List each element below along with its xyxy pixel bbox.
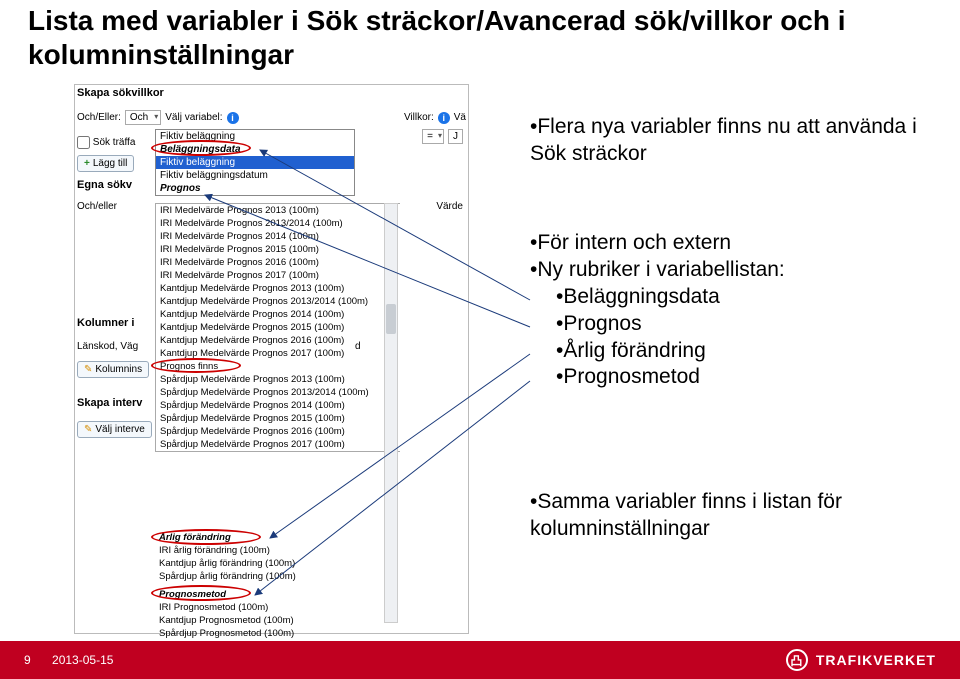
bullet-sub-item: •Prognosmetod <box>530 364 930 391</box>
list-item[interactable]: Kantdjup Medelvärde Prognos 2015 (100m) <box>156 321 400 334</box>
brand-logo-icon: 凸 <box>786 649 808 671</box>
och-eller-label: Och/Eller: <box>77 112 121 123</box>
arlig-header: Årlig förändring <box>155 531 355 544</box>
info-icon: i <box>438 112 450 124</box>
kolumner-label: Kolumner i <box>77 317 134 329</box>
och-eller-select[interactable]: Och <box>125 110 161 125</box>
list-item[interactable]: IRI Prognosmetod (100m) <box>155 601 355 614</box>
checkbox[interactable] <box>77 136 90 149</box>
villkor-label: Villkor: <box>404 112 434 123</box>
bullet-group-3: •Samma variabler finns i listan för kolu… <box>530 489 930 543</box>
list-item[interactable]: IRI Medelvärde Prognos 2015 (100m) <box>156 243 400 256</box>
value-input[interactable]: J <box>448 129 463 144</box>
info-icon: i <box>227 112 239 124</box>
skapa-interv-label: Skapa interv <box>77 397 142 409</box>
bullet-sub-item: •Prognos <box>530 311 930 338</box>
scrollbar-thumb[interactable] <box>386 304 396 334</box>
list-item[interactable]: Spårdjup Prognosmetod (100m) <box>155 627 355 640</box>
egna-sokv-label: Egna sökv <box>77 179 132 191</box>
valj-variabel-label: Välj variabel: <box>165 112 222 123</box>
va-label: Vä <box>454 112 466 123</box>
prognosmetod-block: Prognosmetod IRI Prognosmetod (100m) Kan… <box>155 588 355 640</box>
dropdown-item[interactable]: Fiktiv beläggning <box>156 130 354 143</box>
list-item[interactable]: Spårdjup Medelvärde Prognos 2016 (100m) <box>156 425 400 438</box>
sok-traffar-label: Sök träffa <box>93 137 136 148</box>
list-item[interactable]: Kantdjup Medelvärde Prognos 2013 (100m) <box>156 282 400 295</box>
footer-date: 2013-05-15 <box>52 653 113 667</box>
och-eller-col-label: Och/eller <box>77 201 117 212</box>
list-item[interactable]: Kantdjup Prognosmetod (100m) <box>155 614 355 627</box>
list-item[interactable]: Kantdjup Medelvärde Prognos 2017 (100m) <box>156 347 400 360</box>
filter-row: Och/Eller: Och Välj variabel: i Villkor:… <box>77 110 466 125</box>
list-item[interactable]: IRI Medelvärde Prognos 2013 (100m) <box>156 204 400 217</box>
list-item[interactable]: IRI årlig förändring (100m) <box>155 544 355 557</box>
list-item[interactable]: Spårdjup Medelvärde Prognos 2013 (100m) <box>156 373 400 386</box>
prognosmetod-header: Prognosmetod <box>155 588 355 601</box>
varde-col-label: Värde <box>436 201 463 212</box>
footer-left: 9 2013-05-15 <box>24 653 113 667</box>
list-item[interactable]: Kantdjup Medelvärde Prognos 2013/2014 (1… <box>156 295 400 308</box>
kolumnins-button[interactable]: Kolumnins <box>77 361 149 378</box>
valj-interve-button[interactable]: Välj interve <box>77 421 152 438</box>
list-item[interactable]: Kantdjup Medelvärde Prognos 2016 (100m) <box>156 334 400 347</box>
list-item[interactable]: IRI Medelvärde Prognos 2013/2014 (100m) <box>156 217 400 230</box>
list-item[interactable]: Kantdjup Medelvärde Prognos 2014 (100m) <box>156 308 400 321</box>
bullet-group-1: •Flera nya variabler finns nu att använd… <box>530 114 930 168</box>
lagg-till-button[interactable]: Lägg till <box>77 155 134 172</box>
d-label: d <box>355 341 361 352</box>
bullet-item: •För intern och extern <box>530 230 930 257</box>
list-item[interactable]: IRI Medelvärde Prognos 2014 (100m) <box>156 230 400 243</box>
page-number: 9 <box>24 653 31 667</box>
brand-name: TRAFIKVERKET <box>816 652 936 668</box>
bullet-sub-item: •Beläggningsdata <box>530 284 930 311</box>
list-item[interactable]: Prognos finns <box>156 360 400 373</box>
list-item[interactable]: IRI Medelvärde Prognos 2017 (100m) <box>156 269 400 282</box>
list-item[interactable]: Spårdjup Medelvärde Prognos 2014 (100m) <box>156 399 400 412</box>
app-screenshot: Skapa sökvillkor Och/Eller: Och Välj var… <box>74 84 469 634</box>
operator-select[interactable]: = <box>422 129 444 144</box>
lanskod-label: Länskod, Väg <box>77 341 138 352</box>
dropdown-header: Prognos <box>156 182 354 195</box>
arlig-block: Årlig förändring IRI årlig förändring (1… <box>155 531 355 583</box>
bullet-sub-item: •Årlig förändring <box>530 338 930 365</box>
list-item[interactable]: Spårdjup Medelvärde Prognos 2015 (100m) <box>156 412 400 425</box>
dropdown-header: Beläggningsdata <box>156 143 354 156</box>
slide-title: Lista med variabler i Sök sträckor/Avanc… <box>28 4 928 71</box>
list-item[interactable]: Spårdjup Medelvärde Prognos 2013/2014 (1… <box>156 386 400 399</box>
bullet-group-2: •För intern och extern •Ny rubriker i va… <box>530 230 930 391</box>
dropdown-item-selected[interactable]: Fiktiv beläggning <box>156 156 354 169</box>
dropdown-item[interactable]: Fiktiv beläggningsdatum <box>156 169 354 182</box>
variable-dropdown[interactable]: Fiktiv beläggning Beläggningsdata Fiktiv… <box>155 129 355 196</box>
sok-traffar-checkbox[interactable]: Sök träffa <box>77 136 135 149</box>
list-item[interactable]: Spårdjup årlig förändring (100m) <box>155 570 355 583</box>
brand-logo: 凸 TRAFIKVERKET <box>786 649 936 671</box>
scrollbar[interactable] <box>384 203 398 623</box>
list-item[interactable]: Spårdjup Medelvärde Prognos 2017 (100m) <box>156 438 400 451</box>
footer-bar: 9 2013-05-15 凸 TRAFIKVERKET <box>0 641 960 679</box>
skapa-sokvillkor-label: Skapa sökvillkor <box>77 87 164 99</box>
bullet-item: •Ny rubriker i variabellistan: <box>530 257 930 284</box>
list-item[interactable]: IRI Medelvärde Prognos 2016 (100m) <box>156 256 400 269</box>
list-item[interactable]: Kantdjup årlig förändring (100m) <box>155 557 355 570</box>
variable-list[interactable]: IRI Medelvärde Prognos 2013 (100m) IRI M… <box>155 203 400 452</box>
